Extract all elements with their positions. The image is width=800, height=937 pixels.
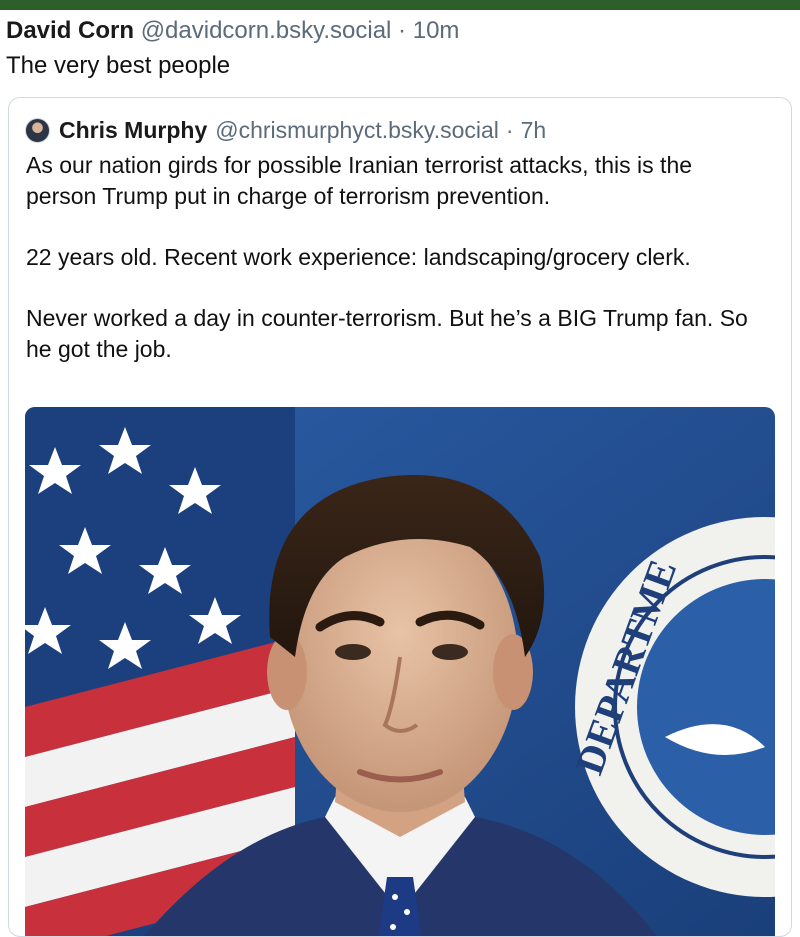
author-name[interactable]: David Corn <box>6 17 134 44</box>
post-image[interactable]: DEPARTME <box>25 407 775 936</box>
avatar[interactable] <box>25 117 50 143</box>
quoted-post[interactable]: Chris Murphy @chrismurphyct.bsky.social … <box>8 97 792 937</box>
portrait-image: DEPARTME <box>25 407 775 936</box>
quoted-post-text: As our nation girds for possible Iranian… <box>26 150 766 395</box>
post[interactable]: David Corn @davidcorn.bsky.social · 10m … <box>6 14 794 82</box>
top-accent-bar <box>0 0 800 10</box>
quoted-paragraph: As our nation girds for possible Iranian… <box>26 152 693 209</box>
quoted-paragraph: Never worked a day in counter-terrorism.… <box>26 305 748 362</box>
post-header: David Corn @davidcorn.bsky.social · 10m <box>6 14 794 48</box>
quoted-author-handle[interactable]: @chrismurphyct.bsky.social <box>215 114 499 146</box>
quoted-post-time[interactable]: 7h <box>521 114 547 146</box>
separator: · <box>398 17 407 44</box>
quoted-post-header: Chris Murphy @chrismurphyct.bsky.social … <box>25 114 546 146</box>
post-time[interactable]: 10m <box>413 17 460 44</box>
quoted-paragraph: 22 years old. Recent work experience: la… <box>26 244 691 270</box>
separator: · <box>505 117 514 143</box>
author-handle[interactable]: @davidcorn.bsky.social <box>141 17 392 44</box>
post-text: The very best people <box>6 52 231 79</box>
quoted-author-name[interactable]: Chris Murphy <box>59 114 207 146</box>
